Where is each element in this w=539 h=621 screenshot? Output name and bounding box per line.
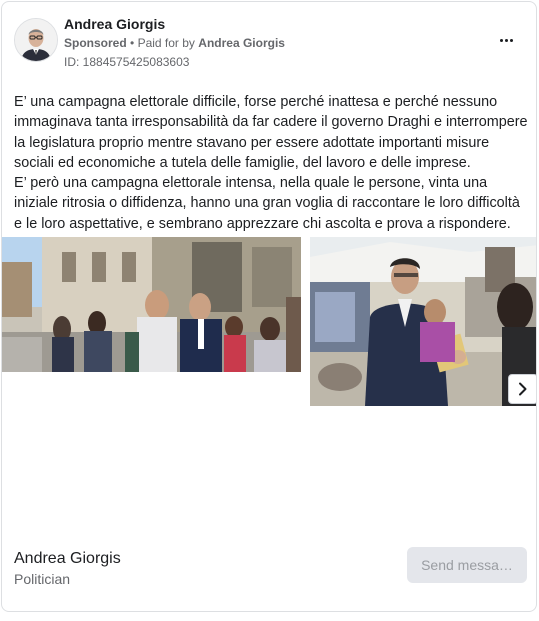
ad-footer: Andrea Giorgis Politician Send messa… xyxy=(2,537,536,597)
ad-id: ID: 1884575425083603 xyxy=(64,55,190,69)
street-campaign-photo-image xyxy=(2,237,301,372)
advertiser-avatar[interactable] xyxy=(14,18,58,62)
paid-for-name: Andrea Giorgis xyxy=(198,36,285,50)
separator-dot: • xyxy=(130,36,135,50)
market-campaign-photo[interactable] xyxy=(310,237,536,406)
more-options-button[interactable] xyxy=(494,30,518,50)
street-campaign-photo[interactable] xyxy=(2,237,301,372)
advertiser-name[interactable]: Andrea Giorgis xyxy=(64,16,165,32)
chevron-right-icon xyxy=(519,382,527,396)
page-name[interactable]: Andrea Giorgis xyxy=(14,550,121,568)
avatar-portrait-icon xyxy=(15,19,57,61)
ad-card: Andrea Giorgis Sponsored • Paid for by A… xyxy=(1,1,537,612)
more-horizontal-icon xyxy=(499,38,503,42)
ad-body-text: E’ una campagna elettorale difficile, fo… xyxy=(14,94,528,232)
send-message-button[interactable]: Send messa… xyxy=(407,547,527,583)
sponsored-line: Sponsored • Paid for by Andrea Giorgis xyxy=(64,36,285,50)
page-category: Politician xyxy=(14,571,71,587)
sponsored-label: Sponsored xyxy=(64,36,127,50)
image-carousel[interactable] xyxy=(2,237,536,409)
paid-for-prefix: Paid for by xyxy=(137,36,195,50)
market-campaign-photo-image xyxy=(310,237,536,406)
carousel-next-button[interactable] xyxy=(508,374,536,404)
